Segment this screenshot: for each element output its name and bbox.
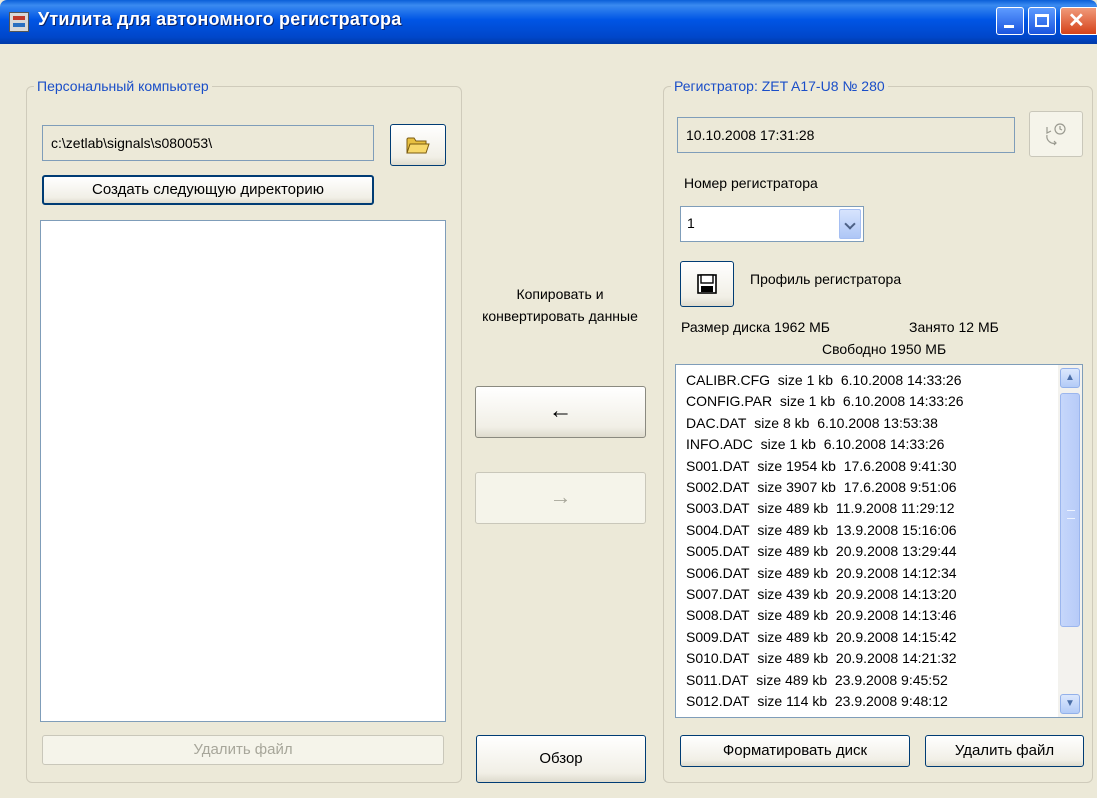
pc-group-title: Персональный компьютер xyxy=(37,78,209,94)
list-item[interactable]: DAC.DAT size 8 kb 6.10.2008 13:53:38 xyxy=(686,413,1054,434)
floppy-disk-icon xyxy=(697,274,717,294)
app-icon[interactable] xyxy=(9,12,29,32)
copy-convert-text: Копировать и конвертировать данные xyxy=(482,286,638,324)
create-next-directory-button[interactable]: Создать следующую директорию xyxy=(42,175,374,205)
list-item[interactable]: INFO.ADC size 1 kb 6.10.2008 14:33:26 xyxy=(686,434,1054,455)
copy-to-recorder-button[interactable]: → xyxy=(475,472,646,524)
format-disk-button[interactable]: Форматировать диск xyxy=(680,735,910,767)
sync-time-button[interactable] xyxy=(1029,111,1083,157)
recorder-profile-button[interactable] xyxy=(680,261,734,307)
maximize-icon xyxy=(1035,14,1049,27)
pc-delete-file-button[interactable]: Удалить файл xyxy=(42,735,444,765)
recorder-profile-label: Профиль регистратора xyxy=(750,271,902,287)
recorder-file-list[interactable]: CALIBR.CFG size 1 kb 6.10.2008 14:33:26 C… xyxy=(675,364,1083,718)
recorder-file-items: CALIBR.CFG size 1 kb 6.10.2008 14:33:26 C… xyxy=(686,370,1054,713)
recorder-group-title: Регистратор: ZET A17-U8 № 280 xyxy=(674,78,885,94)
browse-folder-button[interactable] xyxy=(390,124,446,166)
close-button[interactable]: ✕ xyxy=(1060,7,1097,35)
list-item[interactable]: S005.DAT size 489 kb 20.9.2008 13:29:44 xyxy=(686,541,1054,562)
scroll-grip-icon xyxy=(1067,510,1075,519)
disk-size-text: Размер диска 1962 МБ xyxy=(681,319,830,335)
disk-free-text: Свободно 1950 МБ xyxy=(822,341,947,357)
vertical-scrollbar[interactable]: ▲ ▼ xyxy=(1058,365,1082,717)
recorder-datetime-field[interactable]: 10.10.2008 17:31:28 xyxy=(677,117,1015,153)
list-item[interactable]: S003.DAT size 489 kb 11.9.2008 11:29:12 xyxy=(686,498,1054,519)
scroll-thumb[interactable] xyxy=(1060,393,1080,627)
pc-file-list[interactable] xyxy=(40,220,446,722)
list-item[interactable]: S007.DAT size 439 kb 20.9.2008 14:13:20 xyxy=(686,584,1054,605)
minimize-button[interactable] xyxy=(996,7,1024,35)
list-item[interactable]: S004.DAT size 489 kb 13.9.2008 15:16:06 xyxy=(686,520,1054,541)
scroll-down-icon[interactable]: ▼ xyxy=(1060,694,1080,714)
clock-sync-icon xyxy=(1046,123,1066,146)
list-item[interactable]: S002.DAT size 3907 kb 17.6.2008 9:51:06 xyxy=(686,477,1054,498)
scroll-up-icon[interactable]: ▲ xyxy=(1060,368,1080,388)
list-item[interactable]: S010.DAT size 489 kb 20.9.2008 14:21:32 xyxy=(686,648,1054,669)
list-item[interactable]: S009.DAT size 489 kb 20.9.2008 14:15:42 xyxy=(686,627,1054,648)
list-item[interactable]: S011.DAT size 489 kb 23.9.2008 9:45:52 xyxy=(686,670,1054,691)
list-item[interactable]: CONFIG.PAR size 1 kb 6.10.2008 14:33:26 xyxy=(686,391,1054,412)
recorder-number-label: Номер регистратора xyxy=(684,175,818,191)
pc-path-field[interactable]: c:\zetlab\signals\s080053\ xyxy=(42,125,374,161)
recorder-delete-file-button[interactable]: Удалить файл xyxy=(925,735,1084,767)
recorder-number-value: 1 xyxy=(687,215,695,231)
minimize-icon xyxy=(1004,25,1014,28)
browse-button[interactable]: Обзор xyxy=(476,735,646,783)
list-item[interactable]: S008.DAT size 489 kb 20.9.2008 14:13:46 xyxy=(686,605,1054,626)
folder-open-icon xyxy=(406,137,430,154)
list-item[interactable]: CALIBR.CFG size 1 kb 6.10.2008 14:33:26 xyxy=(686,370,1054,391)
chevron-down-icon[interactable] xyxy=(839,209,861,239)
copy-to-pc-button[interactable]: ← xyxy=(475,386,646,438)
window-title: Утилита для автономного регистратора xyxy=(38,9,402,29)
recorder-number-select[interactable]: 1 xyxy=(680,206,864,242)
close-icon: ✕ xyxy=(1068,10,1085,32)
maximize-button[interactable] xyxy=(1028,7,1056,35)
list-item[interactable]: S012.DAT size 114 kb 23.9.2008 9:48:12 xyxy=(686,691,1054,712)
title-bar[interactable]: Утилита для автономного регистратора ✕ xyxy=(0,0,1097,44)
list-item[interactable]: S006.DAT size 489 kb 20.9.2008 14:12:34 xyxy=(686,563,1054,584)
list-item[interactable]: S001.DAT size 1954 kb 17.6.2008 9:41:30 xyxy=(686,456,1054,477)
disk-used-text: Занято 12 МБ xyxy=(909,319,999,335)
